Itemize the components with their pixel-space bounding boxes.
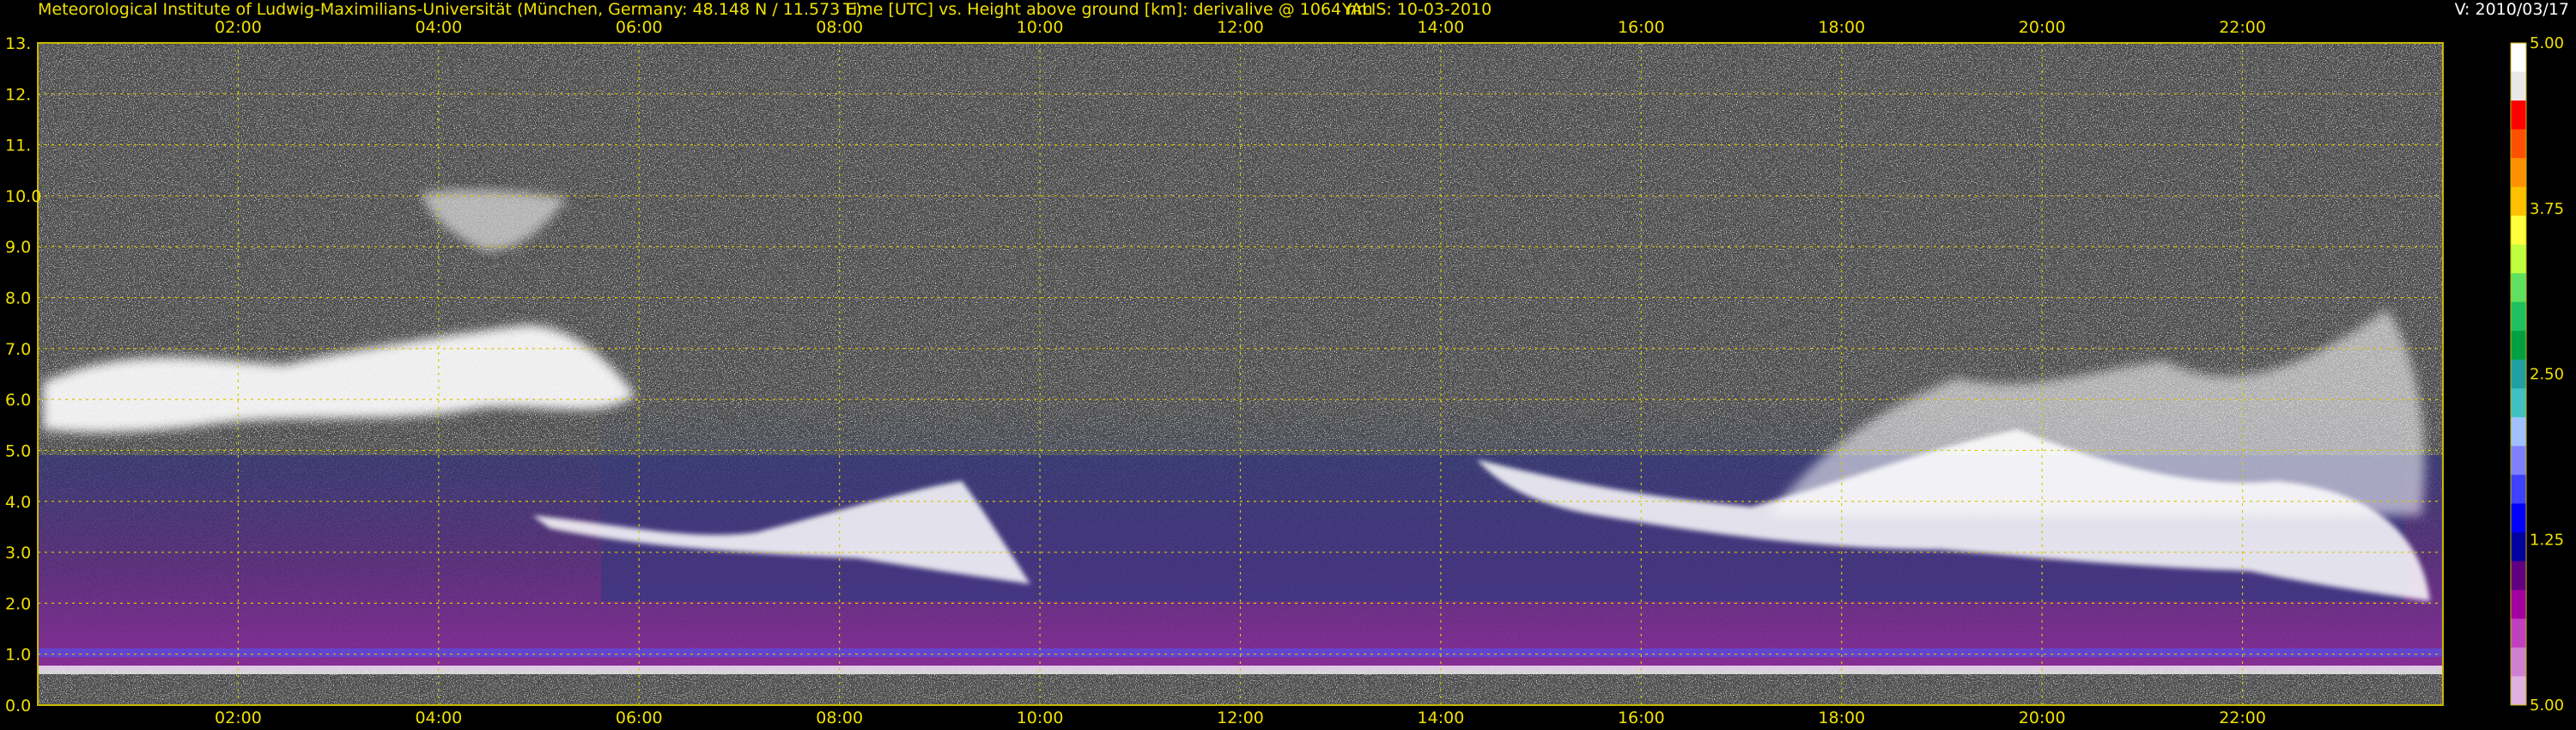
- x-tick-label-bottom: 10:00: [1017, 709, 1064, 727]
- y-tick-label: 9.0: [5, 238, 31, 257]
- y-tick-label: 3.0: [5, 544, 31, 563]
- x-tick-label-top: 08:00: [816, 18, 863, 37]
- colorbar-swatch: [2511, 676, 2526, 706]
- colorbar-swatch: [2511, 503, 2526, 533]
- y-tick-label: 4.0: [5, 493, 31, 512]
- colorbar-swatch: [2511, 244, 2526, 274]
- x-tick-label-top: 18:00: [1818, 18, 1865, 37]
- x-tick-label-bottom: 16:00: [1618, 709, 1665, 727]
- colorbar-swatch: [2511, 331, 2526, 361]
- x-tick-label-top: 16:00: [1618, 18, 1665, 37]
- y-tick-label: 8.0: [5, 289, 31, 308]
- colorbar-label: 5.00: [2530, 34, 2564, 52]
- y-tick-label: 13.: [5, 34, 31, 53]
- y-tick-label: 2.0: [5, 594, 31, 613]
- x-tick-label-bottom: 04:00: [415, 709, 462, 727]
- x-tick-label-bottom: 18:00: [1818, 709, 1865, 727]
- y-tick-label: 0.0: [5, 697, 31, 715]
- colorbar-label: 5.00: [2530, 697, 2564, 715]
- y-tick-label: 6.0: [5, 391, 31, 410]
- colorbar-label: 3.75: [2530, 200, 2564, 218]
- colorbar-swatch: [2511, 446, 2526, 476]
- y-axis: 0.0 1.0 2.0 3.0 4.0 5.0 6.0 7.0 8.0 9.0 10.0 11. 12.…: [5, 34, 41, 715]
- y-tick-label: 5.0: [5, 441, 31, 460]
- x-tick-label-top: 22:00: [2219, 18, 2266, 37]
- x-tick-label-bottom: 02:00: [215, 709, 262, 727]
- lidar-heatmap-chart: 02:00 04:00 06:00 08:00 10:00 12:00 14:00 16:00…: [5, 18, 2564, 727]
- y-tick-label: 12.: [5, 85, 31, 104]
- y-tick-label: 7.0: [5, 340, 31, 359]
- colorbar-swatch: [2511, 417, 2526, 447]
- colorbar-swatch: [2511, 71, 2526, 101]
- colorbar-swatch: [2511, 532, 2526, 562]
- plot-area: [37, 42, 2444, 706]
- colorbar-swatch: [2511, 561, 2526, 591]
- colorbar-swatch: [2511, 618, 2526, 648]
- colorbar-swatch: [2511, 43, 2526, 73]
- colorbar-swatch: [2511, 216, 2526, 246]
- x-tick-label-top: 12:00: [1217, 18, 1264, 37]
- x-tick-label-top: 14:00: [1418, 18, 1465, 37]
- x-tick-label-bottom: 06:00: [616, 709, 663, 727]
- colorbar: 5.00 3.75 2.50 1.25 5.00: [2510, 34, 2564, 715]
- colorbar-swatch: [2511, 589, 2526, 619]
- colorbar-label: 2.50: [2530, 366, 2564, 384]
- colorbar-swatch: [2511, 129, 2526, 159]
- x-tick-label-top: 06:00: [616, 18, 663, 37]
- x-tick-label-bottom: 12:00: [1217, 709, 1264, 727]
- x-tick-label-bottom: 20:00: [2019, 709, 2066, 727]
- colorbar-swatch: [2511, 273, 2526, 303]
- x-tick-label-bottom: 22:00: [2219, 709, 2266, 727]
- colorbar-swatch: [2511, 647, 2526, 677]
- x-tick-label-bottom: 14:00: [1418, 709, 1465, 727]
- x-axis-bottom: 02:00 04:00 06:00 08:00 10:00 12:00 14:00 16:00…: [215, 709, 2266, 727]
- y-tick-label: 1.0: [5, 646, 31, 665]
- colorbar-swatch: [2511, 301, 2526, 332]
- colorbar-swatch: [2511, 186, 2526, 216]
- colorbar-swatch: [2511, 474, 2526, 504]
- x-tick-label-top: 10:00: [1017, 18, 1064, 37]
- colorbar-swatch: [2511, 388, 2526, 418]
- y-tick-label: 10.0: [5, 187, 41, 206]
- colorbar-swatch: [2511, 158, 2526, 188]
- x-tick-label-top: 04:00: [415, 18, 462, 37]
- colorbar-label: 1.25: [2530, 531, 2564, 549]
- colorbar-swatch: [2511, 100, 2526, 131]
- x-tick-label-top: 02:00: [215, 18, 262, 37]
- y-tick-label: 11.: [5, 137, 31, 155]
- colorbar-swatch: [2511, 359, 2526, 389]
- x-tick-label-bottom: 08:00: [816, 709, 863, 727]
- x-tick-label-top: 20:00: [2019, 18, 2066, 37]
- x-axis-top: 02:00 04:00 06:00 08:00 10:00 12:00 14:00 16:00…: [215, 18, 2266, 37]
